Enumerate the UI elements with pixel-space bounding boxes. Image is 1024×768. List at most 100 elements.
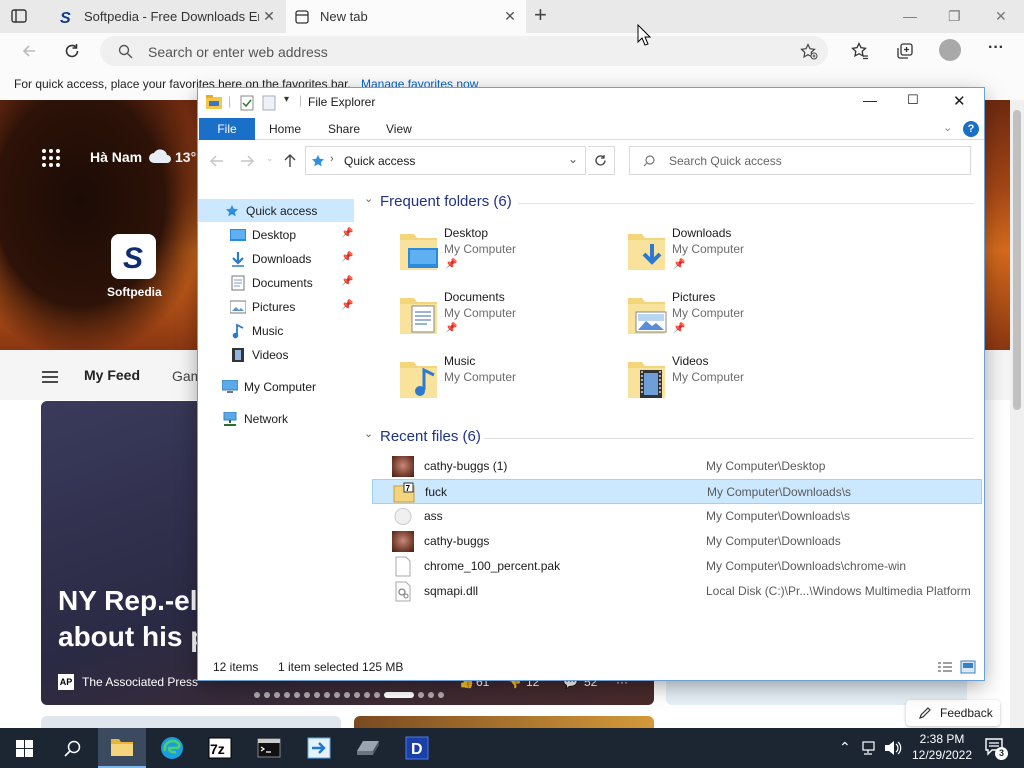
start-button[interactable] xyxy=(0,728,48,768)
folder-tile-desktop[interactable]: Desktop My Computer 📌 xyxy=(398,226,618,280)
settings-more-icon[interactable]: ··· xyxy=(988,39,1004,57)
recent-files-header[interactable]: Recent files (6) xyxy=(380,428,481,445)
collapse-group-icon[interactable]: ⌄ xyxy=(364,192,373,205)
search-input[interactable]: Search Quick access xyxy=(629,146,971,175)
scrollbar-thumb[interactable] xyxy=(1013,110,1021,410)
maximize-icon[interactable]: ☐ xyxy=(907,92,919,108)
taskbar-7zip[interactable]: 7z xyxy=(196,728,244,768)
notification-count: 3 xyxy=(995,747,1008,760)
recent-file-row[interactable]: chrome_100_percent.pak My Computer\Downl… xyxy=(372,554,982,579)
close-tab-icon[interactable]: ✕ xyxy=(259,8,279,25)
back-arrow-icon[interactable] xyxy=(20,42,38,60)
close-tab-icon[interactable]: ✕ xyxy=(500,8,520,25)
properties-icon[interactable] xyxy=(240,95,254,111)
collections-icon[interactable] xyxy=(896,42,914,60)
restore-icon[interactable]: ❐ xyxy=(948,8,961,25)
minimize-icon[interactable]: — xyxy=(903,8,917,24)
folder-tile-downloads[interactable]: Downloads My Computer 📌 xyxy=(626,226,846,280)
tab-home[interactable]: Home xyxy=(269,122,301,136)
news-card-2[interactable] xyxy=(41,716,341,728)
folder-tile-videos[interactable]: Videos My Computer xyxy=(626,354,846,408)
help-icon[interactable]: ? xyxy=(963,121,979,137)
folder-tile-music[interactable]: Music My Computer xyxy=(398,354,618,408)
news-card-3[interactable] xyxy=(354,716,654,728)
show-hidden-icons-icon[interactable]: ⌃ xyxy=(839,739,851,756)
nav-item-quick-access[interactable]: Quick access xyxy=(198,199,354,222)
volume-icon[interactable] xyxy=(884,740,902,756)
dll-file-icon xyxy=(395,581,411,602)
recent-locations-icon[interactable]: ⌄ xyxy=(266,153,274,164)
refresh-button[interactable] xyxy=(588,146,615,175)
softpedia-shortcut[interactable]: S xyxy=(111,234,156,279)
feedback-button[interactable]: Feedback xyxy=(906,700,1000,726)
tab-new-tab[interactable]: New tab ✕ xyxy=(286,0,526,33)
profile-avatar[interactable] xyxy=(939,39,961,61)
weather-temperature[interactable]: 13° xyxy=(175,149,196,165)
expand-ribbon-icon[interactable]: ⌄ xyxy=(943,121,952,134)
nav-item-music[interactable]: Music xyxy=(230,319,283,342)
new-tab-plus-icon[interactable]: + xyxy=(534,4,547,26)
details-view-icon[interactable] xyxy=(937,661,953,673)
large-icons-view-icon[interactable] xyxy=(960,660,976,674)
pin-icon[interactable]: 📌 xyxy=(341,252,353,263)
taskbar-edge[interactable] xyxy=(148,728,196,768)
nav-item-downloads[interactable]: Downloads xyxy=(230,247,311,270)
pin-icon[interactable]: 📌 xyxy=(341,276,353,287)
taskbar-app-arrow[interactable] xyxy=(295,728,343,768)
tab-file[interactable]: File xyxy=(199,118,255,140)
folder-tile-pictures[interactable]: Pictures My Computer 📌 xyxy=(626,290,846,344)
hamburger-menu-icon[interactable] xyxy=(41,370,59,384)
favorites-icon[interactable] xyxy=(851,42,869,60)
nav-item-my-computer[interactable]: My Computer xyxy=(222,375,316,398)
nav-item-desktop[interactable]: Desktop xyxy=(230,223,296,246)
recent-file-row[interactable]: sqmapi.dll Local Disk (C:)\Pr...\Windows… xyxy=(372,579,982,604)
app-launcher-icon[interactable] xyxy=(41,148,61,168)
recent-file-row[interactable]: ass My Computer\Downloads\s xyxy=(372,504,982,529)
frequent-folders-header[interactable]: Frequent folders (6) xyxy=(380,193,512,210)
notification-center-button[interactable]: 3 xyxy=(985,737,1008,760)
search-button[interactable] xyxy=(48,728,96,768)
app-arrow-icon xyxy=(307,737,331,759)
nav-item-documents[interactable]: Documents xyxy=(230,271,313,294)
nav-item-videos[interactable]: Videos xyxy=(230,343,288,366)
tab-softpedia[interactable]: S Softpedia - Free Downloads Encyclopedi… xyxy=(50,0,285,33)
close-window-icon[interactable]: ✕ xyxy=(995,8,1007,25)
taskbar-d-app[interactable]: D xyxy=(393,728,441,768)
collapse-group-icon[interactable]: ⌄ xyxy=(364,427,373,440)
tab-actions-icon[interactable] xyxy=(10,7,28,25)
pin-icon[interactable]: 📌 xyxy=(341,300,353,311)
taskbar-terminal[interactable] xyxy=(245,728,293,768)
recent-file-row[interactable]: cathy-buggs (1) My Computer\Desktop xyxy=(372,454,982,479)
forward-arrow-icon[interactable] xyxy=(240,155,254,167)
network-tray-icon[interactable] xyxy=(862,741,880,755)
add-favorite-star-icon[interactable] xyxy=(800,43,818,60)
tab-my-feed[interactable]: My Feed xyxy=(84,367,140,383)
recent-file-row[interactable]: cathy-buggs My Computer\Downloads xyxy=(372,529,982,554)
taskbar-file-explorer[interactable] xyxy=(98,728,146,768)
taskbar-drive-app[interactable] xyxy=(344,728,392,768)
address-path-input[interactable]: › Quick access ⌄ xyxy=(305,146,586,175)
tab-share[interactable]: Share xyxy=(328,122,360,136)
browser-tab-bar: S Softpedia - Free Downloads Encyclopedi… xyxy=(0,0,1024,33)
back-arrow-icon[interactable] xyxy=(210,155,224,167)
pin-icon[interactable]: 📌 xyxy=(341,228,353,239)
page-scrollbar[interactable] xyxy=(1010,100,1024,728)
system-clock[interactable]: 2:38 PM 12/29/2022 xyxy=(904,731,980,763)
minimize-icon[interactable]: — xyxy=(863,92,877,108)
new-folder-icon[interactable] xyxy=(262,95,276,111)
news-headline[interactable]: NY Rep.-ele about his p xyxy=(58,583,213,655)
explorer-title-bar[interactable]: | ▾ | File Explorer — ☐ ✕ xyxy=(198,88,984,118)
folder-tile-documents[interactable]: Documents My Computer 📌 xyxy=(398,290,618,344)
address-input[interactable]: Search or enter web address xyxy=(100,36,828,66)
tab-view[interactable]: View xyxy=(386,122,412,136)
nav-item-pictures[interactable]: Pictures xyxy=(230,295,295,318)
path-dropdown-icon[interactable]: ⌄ xyxy=(568,152,578,166)
close-window-icon[interactable]: ✕ xyxy=(953,92,966,110)
carousel-indicator[interactable] xyxy=(254,692,444,698)
up-arrow-icon[interactable] xyxy=(284,154,296,168)
weather-city[interactable]: Hà Nam xyxy=(90,149,142,165)
recent-file-row[interactable]: 7 fuck My Computer\Downloads\s xyxy=(372,479,982,504)
nav-item-network[interactable]: Network xyxy=(222,407,288,430)
refresh-icon[interactable] xyxy=(63,42,81,60)
customize-toolbar-icon[interactable]: ▾ xyxy=(284,94,289,105)
